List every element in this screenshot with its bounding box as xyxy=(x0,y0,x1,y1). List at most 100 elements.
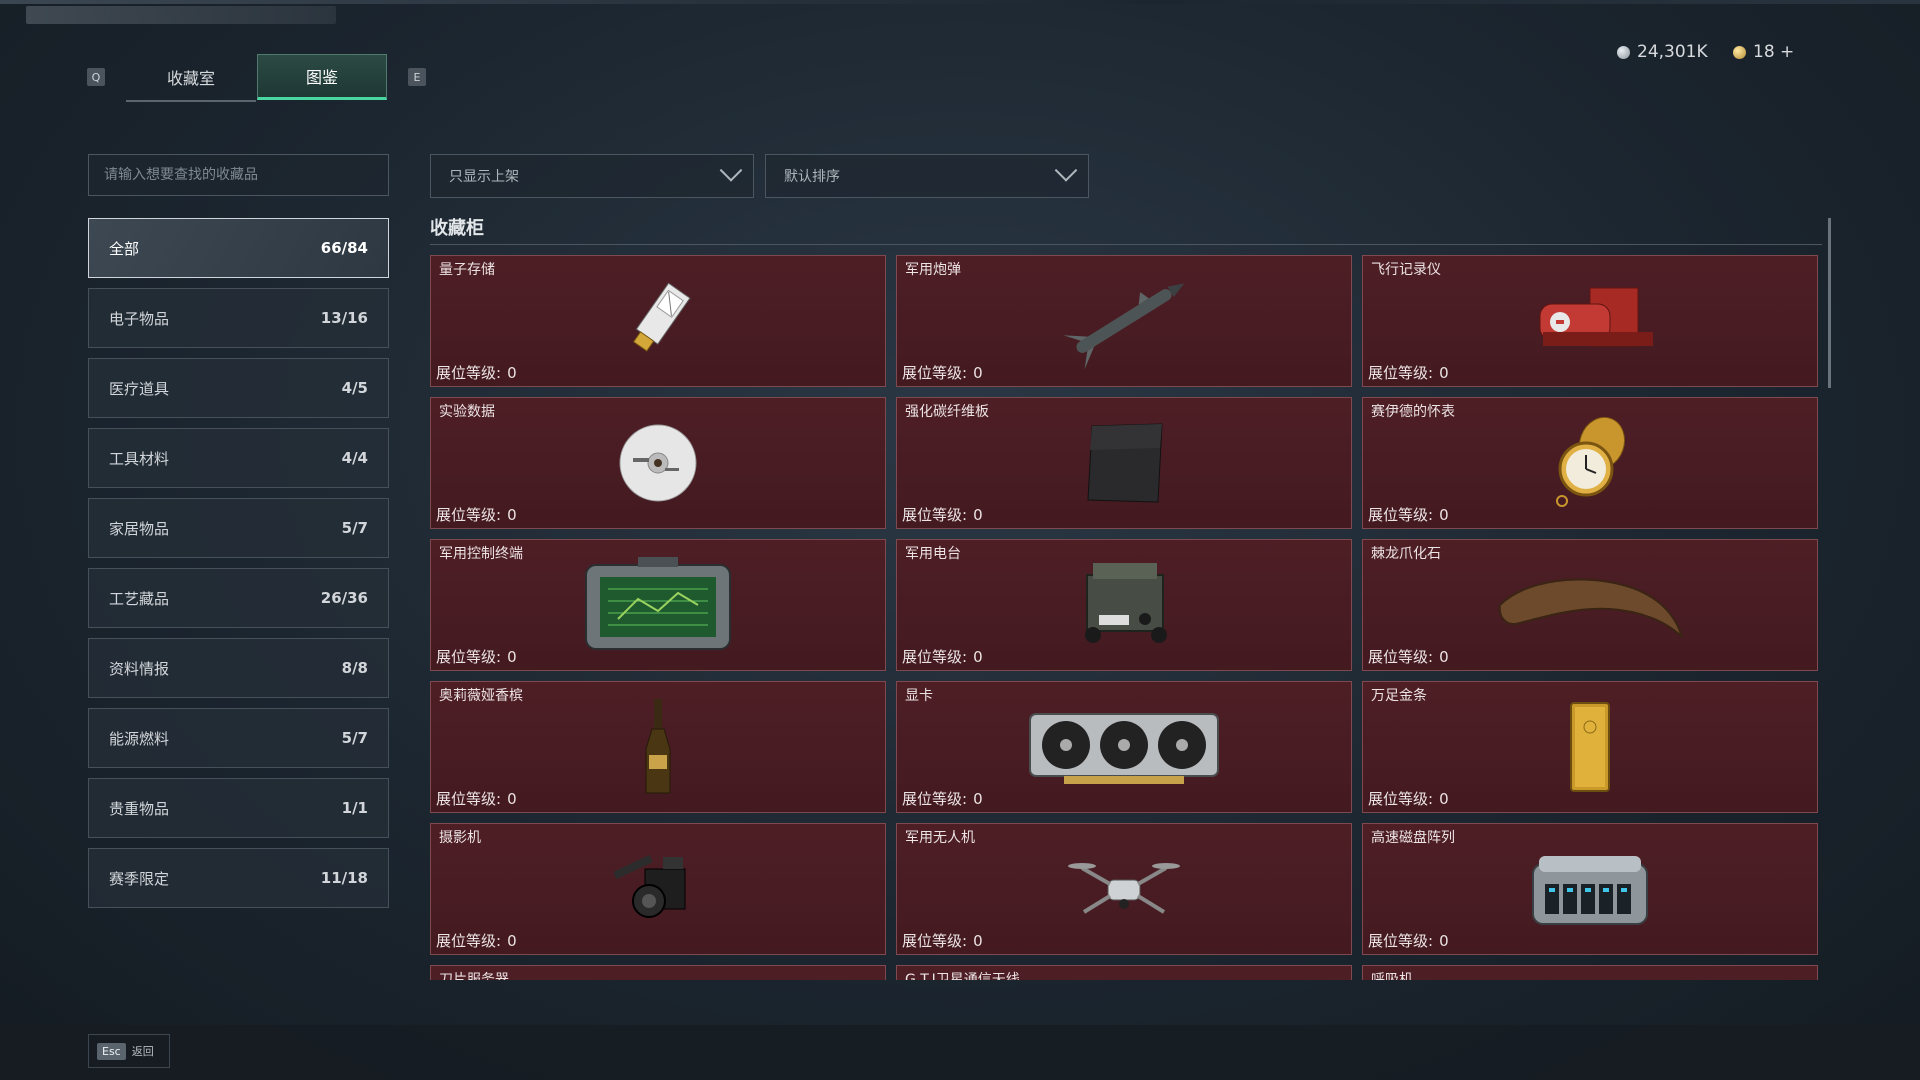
sort-value: 默认排序 xyxy=(784,169,840,185)
gold-currency[interactable]: 18 + xyxy=(1733,42,1794,62)
back-button[interactable]: Esc 返回 xyxy=(88,1034,170,1068)
level-value: 0 xyxy=(507,932,517,950)
gold-amount: 18 + xyxy=(1753,42,1795,62)
level-label: 展位等级: xyxy=(436,932,502,950)
level-label: 展位等级: xyxy=(902,506,968,524)
category-household[interactable]: 家居物品 5/7 xyxy=(88,498,389,558)
tab-collection-room[interactable]: 收藏室 xyxy=(126,54,256,102)
category-count: 5/7 xyxy=(341,729,368,747)
item-card[interactable]: G.T.I卫星通信天线 xyxy=(896,965,1352,980)
item-card[interactable]: 棘龙爪化石 展位等级: 0 xyxy=(1362,539,1818,671)
item-card[interactable]: 飞行记录仪 展位等级: 0 xyxy=(1362,255,1818,387)
scrollbar[interactable] xyxy=(1828,218,1831,388)
item-card[interactable]: 高速磁盘阵列 展位等级: 0 xyxy=(1362,823,1818,955)
silver-coin-icon xyxy=(1617,45,1630,59)
category-crafts[interactable]: 工艺藏品 26/36 xyxy=(88,568,389,628)
display-level: 展位等级: 0 xyxy=(436,646,517,667)
category-all[interactable]: 全部 66/84 xyxy=(88,218,389,278)
category-count: 26/36 xyxy=(320,589,368,607)
level-label: 展位等级: xyxy=(1368,932,1434,950)
item-name: 飞行记录仪 xyxy=(1371,262,1441,278)
item-card[interactable]: 实验数据 展位等级: 0 xyxy=(430,397,886,529)
flight-recorder-icon xyxy=(1490,271,1690,371)
item-card[interactable]: 军用控制终端 展位等级: 0 xyxy=(430,539,886,671)
item-card[interactable]: 量子存储 展位等级: 0 xyxy=(430,255,886,387)
category-valuables[interactable]: 贵重物品 1/1 xyxy=(88,778,389,838)
item-name: 显卡 xyxy=(905,688,933,704)
item-name: 军用控制终端 xyxy=(439,546,523,562)
item-card[interactable]: 军用电台 展位等级: 0 xyxy=(896,539,1352,671)
level-value: 0 xyxy=(1439,648,1449,666)
item-name: 万足金条 xyxy=(1371,688,1427,704)
footer-bar xyxy=(0,1025,1920,1080)
item-name: 军用无人机 xyxy=(905,830,975,846)
category-energy[interactable]: 能源燃料 5/7 xyxy=(88,708,389,768)
category-label: 工艺藏品 xyxy=(109,589,170,608)
category-tools[interactable]: 工具材料 4/4 xyxy=(88,428,389,488)
section-title: 收藏柜 xyxy=(430,218,484,239)
item-name: 军用炮弹 xyxy=(905,262,961,278)
tab-next-key-hint: E xyxy=(408,68,426,86)
level-label: 展位等级: xyxy=(436,506,502,524)
esc-key-hint: Esc xyxy=(97,1042,126,1060)
display-level: 展位等级: 0 xyxy=(902,504,983,525)
level-label: 展位等级: xyxy=(1368,790,1434,808)
item-card[interactable]: 摄影机 展位等级: 0 xyxy=(430,823,886,955)
display-level: 展位等级: 0 xyxy=(1368,930,1449,951)
silver-currency: 24,301K xyxy=(1617,42,1708,62)
tab-prev-key-hint: Q xyxy=(87,68,105,86)
item-name: 刀片服务器 xyxy=(439,972,509,980)
category-season-limited[interactable]: 赛季限定 11/18 xyxy=(88,848,389,908)
level-value: 0 xyxy=(973,364,983,382)
top-edge xyxy=(0,0,1920,4)
item-card[interactable]: 强化碳纤维板 展位等级: 0 xyxy=(896,397,1352,529)
drone-icon xyxy=(1024,839,1224,939)
category-label: 能源燃料 xyxy=(109,729,170,748)
category-label: 赛季限定 xyxy=(109,869,170,888)
level-value: 0 xyxy=(507,364,517,382)
level-value: 0 xyxy=(973,506,983,524)
pocket-watch-icon xyxy=(1490,413,1690,513)
champagne-icon xyxy=(558,697,758,797)
level-label: 展位等级: xyxy=(436,364,502,382)
control-terminal-icon xyxy=(558,555,758,655)
level-label: 展位等级: xyxy=(902,932,968,950)
back-label: 返回 xyxy=(131,1045,154,1058)
item-card[interactable]: 显卡 展位等级: 0 xyxy=(896,681,1352,813)
category-label: 全部 xyxy=(109,239,140,258)
item-card[interactable]: 赛伊德的怀表 展位等级: 0 xyxy=(1362,397,1818,529)
tab-catalog[interactable]: 图鉴 xyxy=(257,54,387,100)
search-input[interactable] xyxy=(88,154,389,196)
sort-dropdown[interactable]: 默认排序 xyxy=(765,154,1089,198)
item-card[interactable]: 奥莉薇娅香槟 展位等级: 0 xyxy=(430,681,886,813)
display-filter-dropdown[interactable]: 只显示上架 xyxy=(430,154,754,198)
item-card[interactable]: 军用无人机 展位等级: 0 xyxy=(896,823,1352,955)
category-medical[interactable]: 医疗道具 4/5 xyxy=(88,358,389,418)
category-intel[interactable]: 资料情报 8/8 xyxy=(88,638,389,698)
disc-icon xyxy=(558,413,758,513)
item-card[interactable]: 呼吸机 xyxy=(1362,965,1818,980)
category-count: 5/7 xyxy=(341,519,368,537)
disk-array-icon xyxy=(1490,839,1690,939)
level-value: 0 xyxy=(1439,790,1449,808)
item-card[interactable]: 刀片服务器 xyxy=(430,965,886,980)
collection-grid: 量子存储 展位等级: 0 军用炮弹 展位等级: 0 飞行记录仪 展位等级: 0 实验数… xyxy=(430,255,1820,980)
gold-coin-icon xyxy=(1733,45,1746,59)
item-card[interactable]: 万足金条 展位等级: 0 xyxy=(1362,681,1818,813)
category-count: 1/1 xyxy=(341,799,368,817)
category-label: 工具材料 xyxy=(109,449,170,468)
radio-icon xyxy=(1024,555,1224,655)
category-electronics[interactable]: 电子物品 13/16 xyxy=(88,288,389,348)
category-label: 资料情报 xyxy=(109,659,170,678)
item-card[interactable]: 军用炮弹 展位等级: 0 xyxy=(896,255,1352,387)
fossil-claw-icon xyxy=(1490,555,1690,655)
level-value: 0 xyxy=(973,790,983,808)
item-name: 军用电台 xyxy=(905,546,961,562)
item-name: 赛伊德的怀表 xyxy=(1371,404,1455,420)
display-level: 展位等级: 0 xyxy=(436,930,517,951)
category-count: 8/8 xyxy=(341,659,368,677)
category-label: 医疗道具 xyxy=(109,379,170,398)
display-level: 展位等级: 0 xyxy=(1368,362,1449,383)
display-level: 展位等级: 0 xyxy=(902,930,983,951)
item-name: 摄影机 xyxy=(439,830,481,846)
